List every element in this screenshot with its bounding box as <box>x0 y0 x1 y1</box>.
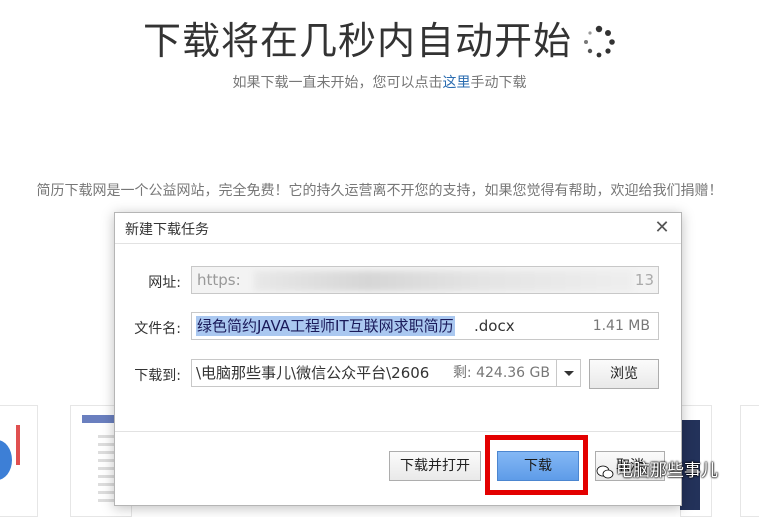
chevron-down-icon <box>564 371 574 376</box>
saveto-label: 下载到: <box>134 368 181 384</box>
url-field[interactable]: https: 13 <box>191 266 659 294</box>
download-and-open-button[interactable]: 下载并打开 <box>389 451 481 481</box>
hint-text-end: 手动下载 <box>470 75 527 91</box>
background-decoration <box>16 425 20 465</box>
headline-text: 下载将在几秒内自动开始 <box>142 19 572 63</box>
filename-selected-text: 绿色简约JAVA工程师IT互联网求职简历 <box>196 316 455 336</box>
dialog-title: 新建下载任务 <box>125 222 209 238</box>
browse-button[interactable]: 浏览 <box>589 359 659 389</box>
free-space: 剩: 424.36 GB <box>452 365 550 381</box>
filename-label: 文件名: <box>134 321 181 337</box>
saveto-path: \电脑那些事儿\微信公众平台\2606 <box>196 364 430 382</box>
watermark: 电脑那些事儿 <box>596 456 718 481</box>
background-card <box>740 405 759 517</box>
url-label: 网址: <box>148 275 181 291</box>
manual-download-link[interactable]: 这里 <box>443 75 471 91</box>
donation-note: 简历下载网是一个公益网站，完全免费！它的持久运营离不开您的支持，如果您觉得有帮助… <box>36 183 723 199</box>
path-dropdown-button[interactable] <box>557 359 581 387</box>
wechat-icon <box>596 464 614 479</box>
hint-text: 如果下载一直未开始，您可以点击 <box>232 75 443 91</box>
manual-download-hint: 如果下载一直未开始，您可以点击这里手动下载 <box>0 72 759 92</box>
loading-spinner-icon <box>582 24 616 58</box>
filename-input[interactable]: 绿色简约JAVA工程师IT互联网求职简历 .docx 1.41 MB <box>191 312 659 340</box>
url-redacted <box>254 271 634 291</box>
file-size: 1.41 MB <box>592 318 650 334</box>
url-value-end: 13 <box>634 271 654 289</box>
page-headline: 下载将在几秒内自动开始 <box>0 10 759 65</box>
close-icon[interactable]: ✕ <box>653 219 671 237</box>
watermark-text: 电脑那些事儿 <box>616 461 718 481</box>
saveto-path-input[interactable]: \电脑那些事儿\微信公众平台\2606 剩: 424.36 GB <box>191 359 557 387</box>
url-value-start: https: <box>197 271 241 289</box>
filename-extension: .docx <box>474 317 515 335</box>
divider <box>115 431 681 432</box>
dialog-titlebar[interactable]: 新建下载任务 ✕ <box>115 213 681 244</box>
download-button[interactable]: 下载 <box>497 451 579 481</box>
